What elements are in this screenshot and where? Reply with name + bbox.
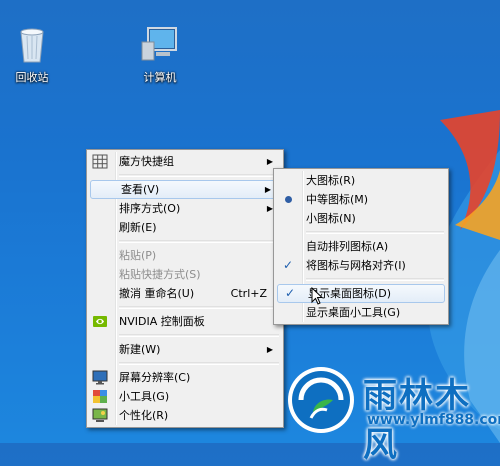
menu-item-label: 撤消 重命名(U) bbox=[119, 287, 195, 300]
menu-item-shortcut: Ctrl+Z bbox=[230, 287, 267, 300]
menu-item-label: 排序方式(O) bbox=[119, 202, 181, 215]
submenu-arrow-icon: ▶ bbox=[266, 345, 273, 354]
computer-icon bbox=[141, 27, 177, 61]
menu-item-screen-resolution[interactable]: 屏幕分辨率(C) bbox=[89, 368, 281, 387]
menu-item-label: 小工具(G) bbox=[119, 390, 170, 403]
submenu-item-auto-arrange[interactable]: 自动排列图标(A) bbox=[276, 237, 446, 256]
submenu-item-large-icons[interactable]: 大图标(R) bbox=[276, 171, 446, 190]
desktop-context-menu: 魔方快捷组 ▶ 查看(V) ▶ 排序方式(O) ▶ 刷新(E) 粘贴(P) 粘贴… bbox=[86, 149, 284, 428]
submenu-item-show-gadgets[interactable]: 显示桌面小工具(G) bbox=[276, 303, 446, 322]
menu-item-label: 刷新(E) bbox=[119, 221, 157, 234]
menu-separator bbox=[119, 362, 279, 365]
recycle-bin-icon bbox=[20, 28, 44, 63]
menu-separator bbox=[306, 278, 444, 281]
watermark-url: www.ylmf888.com bbox=[367, 412, 500, 428]
watermark-logo-icon bbox=[288, 367, 354, 433]
menu-item-label: 自动排列图标(A) bbox=[306, 240, 389, 253]
personalize-icon bbox=[92, 408, 108, 422]
submenu-arrow-icon: ▶ bbox=[264, 185, 271, 194]
menu-item-personalize[interactable]: 个性化(R) bbox=[89, 406, 281, 425]
menu-item-paste-shortcut[interactable]: 粘贴快捷方式(S) bbox=[89, 265, 281, 284]
menu-separator bbox=[119, 306, 279, 309]
radio-bullet-icon bbox=[285, 196, 292, 203]
menu-separator bbox=[119, 240, 279, 243]
grid-icon bbox=[92, 154, 108, 169]
menu-item-new[interactable]: 新建(W) ▶ bbox=[89, 340, 281, 359]
menu-separator bbox=[119, 174, 279, 177]
menu-item-refresh[interactable]: 刷新(E) bbox=[89, 218, 281, 237]
menu-item-label: 个性化(R) bbox=[119, 409, 169, 422]
menu-item-paste[interactable]: 粘贴(P) bbox=[89, 246, 281, 265]
desktop-icon-recycle-bin[interactable]: 回收站 bbox=[0, 24, 64, 85]
checkmark-icon: ✓ bbox=[283, 258, 294, 272]
menu-item-label: 小图标(N) bbox=[306, 212, 356, 225]
nvidia-icon bbox=[93, 316, 107, 327]
menu-separator bbox=[119, 334, 279, 337]
submenu-item-medium-icons[interactable]: 中等图标(M) bbox=[276, 190, 446, 209]
menu-item-sort-by[interactable]: 排序方式(O) ▶ bbox=[89, 199, 281, 218]
submenu-item-align-to-grid[interactable]: ✓ 将图标与网格对齐(I) bbox=[276, 256, 446, 275]
menu-item-label: 粘贴快捷方式(S) bbox=[119, 268, 201, 281]
desktop-icon-label: 计算机 bbox=[143, 71, 177, 84]
display-icon bbox=[92, 370, 108, 385]
menu-item-label: 将图标与网格对齐(I) bbox=[306, 259, 406, 272]
menu-item-label: 粘贴(P) bbox=[119, 249, 157, 262]
gadgets-icon bbox=[93, 390, 107, 403]
menu-separator bbox=[306, 231, 444, 234]
desktop-icon-computer[interactable]: 计算机 bbox=[128, 24, 192, 85]
menu-item-gadgets[interactable]: 小工具(G) bbox=[89, 387, 281, 406]
menu-item-label: 大图标(R) bbox=[306, 174, 356, 187]
menu-item-mofang[interactable]: 魔方快捷组 ▶ bbox=[89, 152, 281, 171]
menu-item-label: NVIDIA 控制面板 bbox=[119, 315, 205, 328]
watermark: 雨林木风 www.ylmf888.com bbox=[279, 360, 500, 465]
menu-item-label: 屏幕分辨率(C) bbox=[119, 371, 191, 384]
mouse-cursor-icon bbox=[311, 287, 323, 305]
menu-item-label: 魔方快捷组 bbox=[119, 155, 174, 168]
menu-item-label: 显示桌面小工具(G) bbox=[306, 306, 401, 319]
desktop-icon-label: 回收站 bbox=[15, 71, 49, 84]
menu-item-view[interactable]: 查看(V) ▶ bbox=[90, 180, 280, 199]
checkmark-icon: ✓ bbox=[285, 286, 296, 300]
menu-item-label: 查看(V) bbox=[121, 183, 160, 196]
menu-item-nvidia-control-panel[interactable]: NVIDIA 控制面板 bbox=[89, 312, 281, 331]
menu-item-label: 中等图标(M) bbox=[306, 193, 369, 206]
view-submenu: 大图标(R) 中等图标(M) 小图标(N) 自动排列图标(A) ✓ 将图标与网格… bbox=[273, 168, 449, 325]
submenu-item-small-icons[interactable]: 小图标(N) bbox=[276, 209, 446, 228]
menu-item-label: 新建(W) bbox=[119, 343, 161, 356]
submenu-item-show-desktop-icons[interactable]: ✓ 显示桌面图标(D) bbox=[277, 284, 445, 303]
menu-item-undo-rename[interactable]: 撤消 重命名(U) Ctrl+Z bbox=[89, 284, 281, 303]
